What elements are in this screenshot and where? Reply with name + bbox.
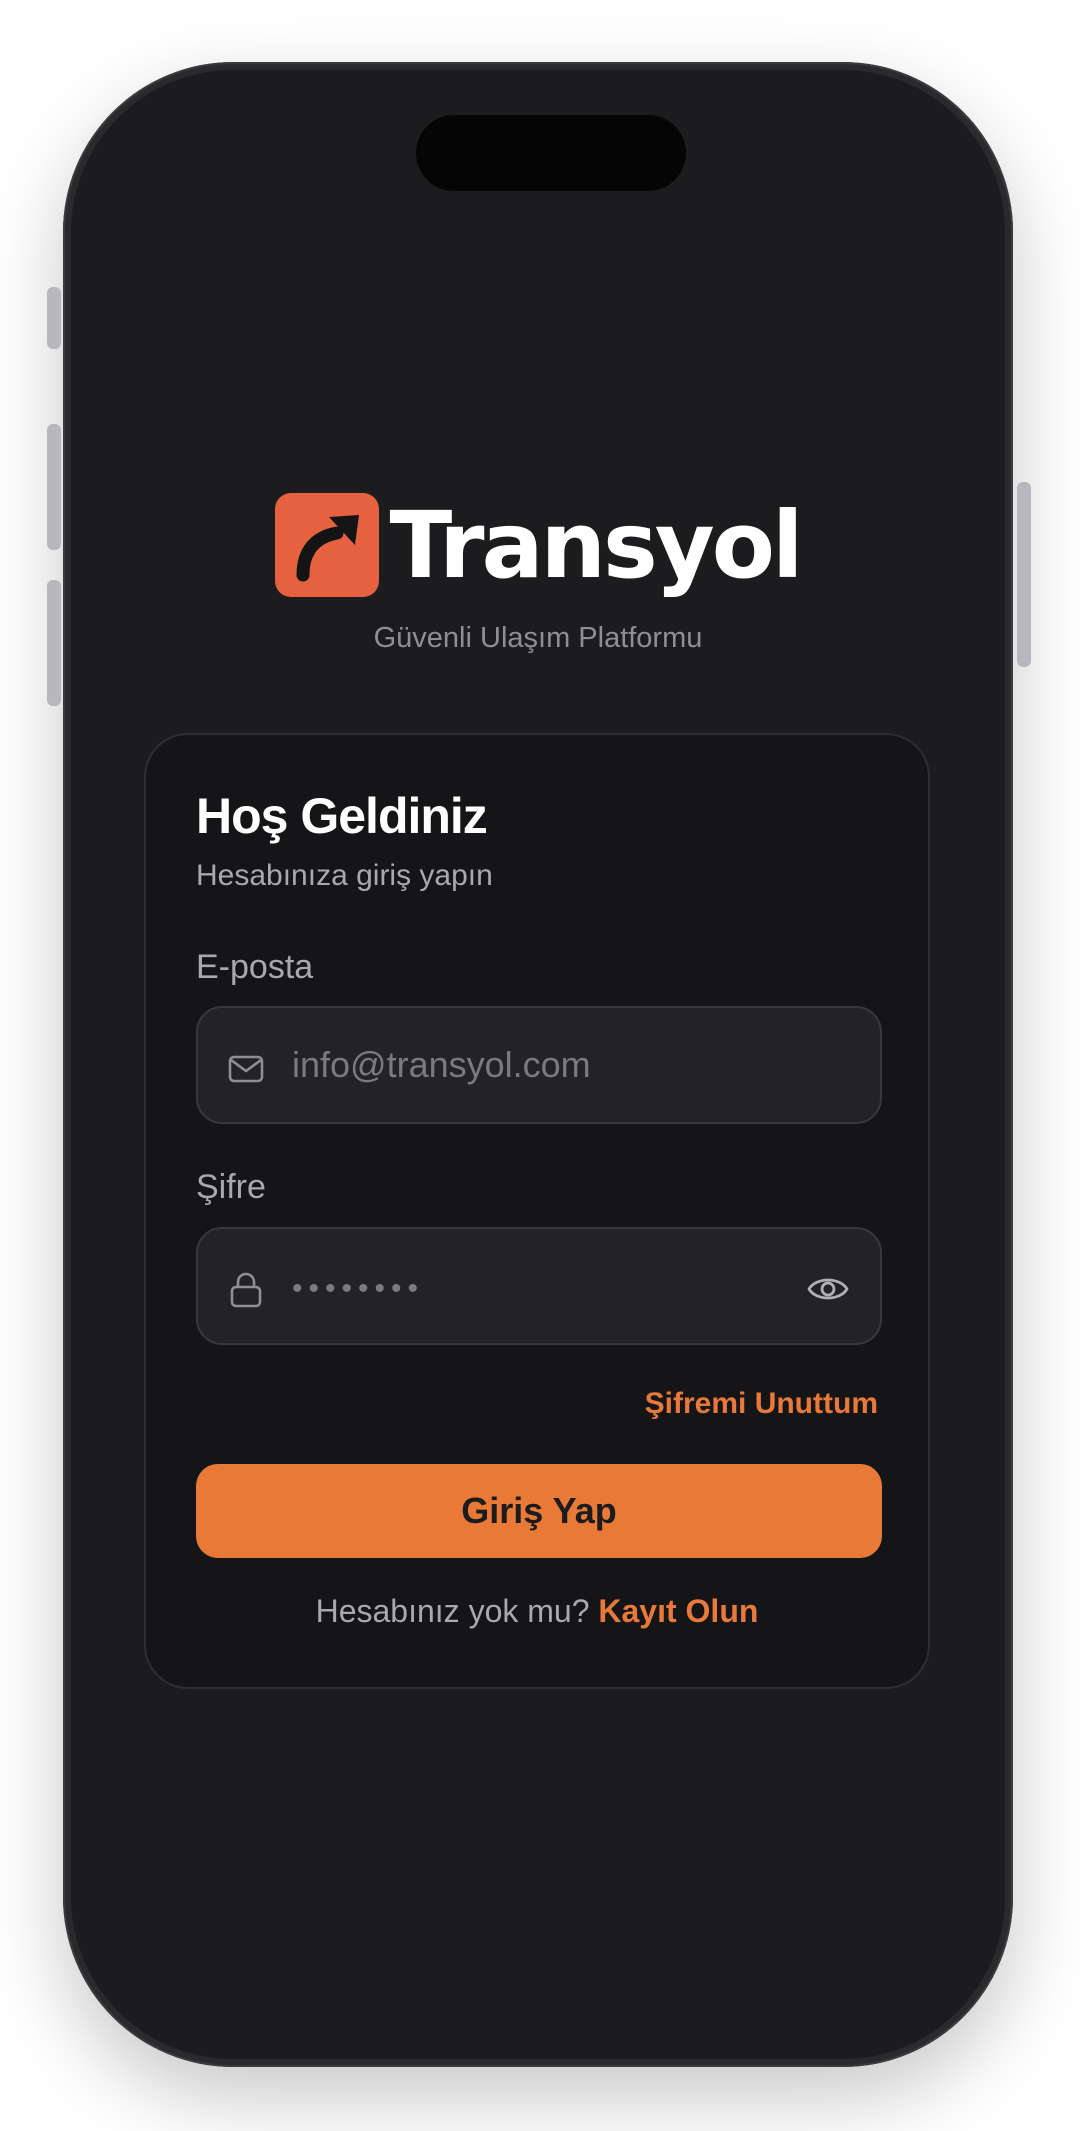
phone-frame: Transyol Güvenli Ulaşım Platformu Hoş Ge… [63,62,1013,2067]
mail-icon [228,1055,264,1083]
brand-header: Transyol [71,490,1005,600]
signup-link[interactable]: Kayıt Olun [598,1593,758,1629]
signup-row: Hesabınız yok mu? Kayıt Olun [146,1593,928,1630]
password-input[interactable] [292,1229,772,1343]
dynamic-island [416,115,686,191]
forgot-password-link[interactable]: Şifremi Unuttum [645,1387,878,1421]
brand-name: Transyol [389,491,803,599]
power-button [1017,482,1031,667]
action-button [47,287,61,349]
lock-icon [230,1272,262,1308]
login-card: Hoş Geldiniz Hesabınıza giriş yapın E-po… [144,733,930,1689]
volume-up-button [47,424,61,550]
brand-tagline: Güvenli Ulaşım Platformu [373,622,703,654]
password-input-box[interactable] [196,1227,882,1345]
eye-icon[interactable] [806,1269,850,1309]
volume-down-button [47,580,61,706]
email-label: E-posta [196,948,314,986]
transyol-logo-icon [275,493,380,597]
email-input[interactable] [292,1008,852,1122]
email-input-box[interactable] [196,1006,882,1124]
signup-prompt: Hesabınız yok mu? [315,1593,590,1629]
password-label: Şifre [196,1168,266,1206]
card-subtitle: Hesabınıza giriş yapın [196,859,493,892]
login-button[interactable]: Giriş Yap [196,1464,882,1558]
card-title: Hoş Geldiniz [196,788,488,844]
app-screen: Transyol Güvenli Ulaşım Platformu Hoş Ge… [71,70,1005,2059]
